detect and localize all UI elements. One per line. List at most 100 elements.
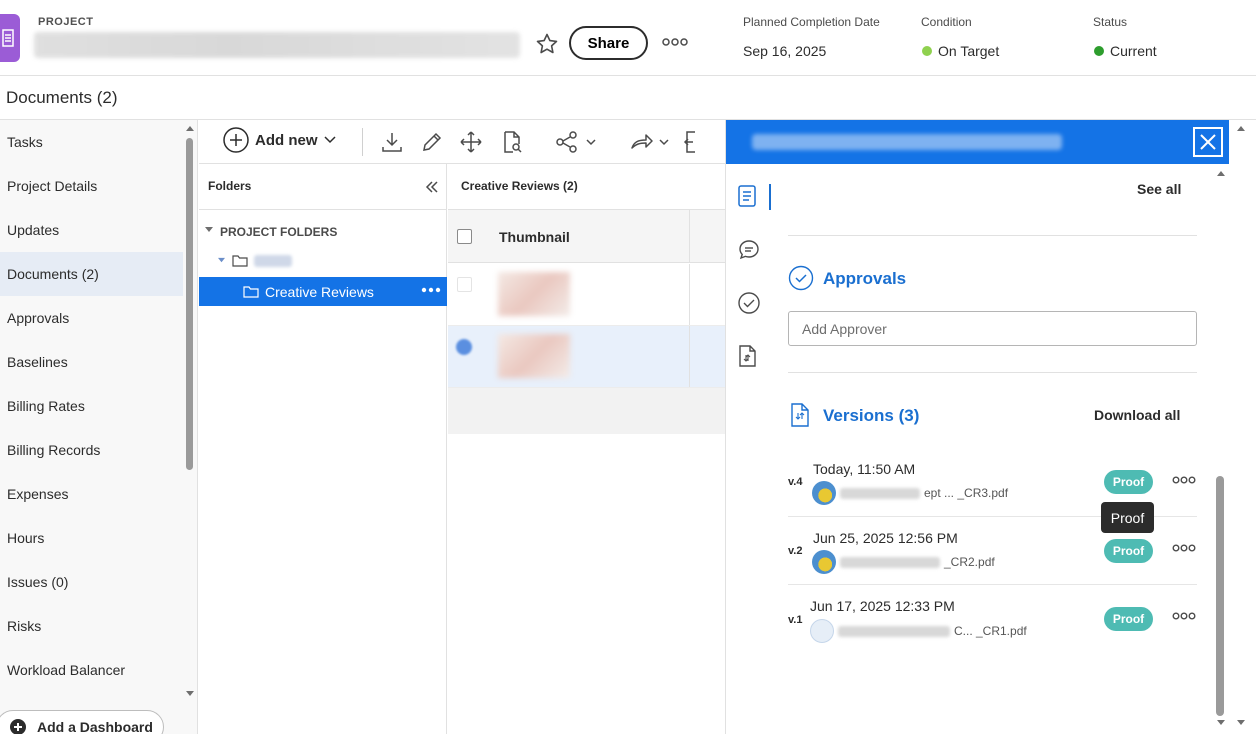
- collapse-panel-icon[interactable]: [683, 130, 699, 154]
- project-name-redacted: [34, 32, 520, 58]
- proof-badge[interactable]: Proof: [1104, 607, 1153, 631]
- download-icon[interactable]: [380, 130, 404, 154]
- approvals-check-icon: [788, 265, 814, 291]
- selected-folder-label: Creative Reviews: [265, 283, 374, 300]
- sidebar-item-risks[interactable]: Risks: [0, 604, 183, 648]
- add-circle-outline-icon: [223, 127, 249, 153]
- project-label: PROJECT: [38, 16, 94, 28]
- folder-icon: [232, 254, 248, 267]
- sidebar-item-updates[interactable]: Updates: [0, 208, 183, 252]
- condition-value: On Target: [922, 43, 999, 59]
- sidebar-item-billing-records[interactable]: Billing Records: [0, 428, 183, 472]
- avatar: [812, 481, 836, 505]
- proof-tooltip: Proof: [1101, 502, 1154, 533]
- documents-list: Creative Reviews (2) Thumbnail: [448, 164, 725, 734]
- version-file: C... _CR1.pdf: [810, 619, 1027, 643]
- documents-toolbar: Add new: [199, 120, 725, 164]
- version-more-icon[interactable]: [1172, 544, 1196, 552]
- sidebar-item-hours[interactable]: Hours: [0, 516, 183, 560]
- status-dot: [1094, 46, 1104, 56]
- scroll-down-icon[interactable]: [185, 690, 195, 698]
- table-row[interactable]: [448, 264, 725, 326]
- proof-badge[interactable]: Proof: [1104, 470, 1153, 494]
- folder-item[interactable]: [217, 254, 292, 267]
- project-header: PROJECT Share Planned Completion Date Se…: [0, 0, 1256, 76]
- chevron-down-icon: [323, 136, 336, 144]
- row-checkbox[interactable]: [457, 277, 472, 292]
- scroll-up-icon[interactable]: [1216, 169, 1226, 177]
- project-icon: [0, 14, 20, 62]
- table-row-selected[interactable]: [448, 326, 725, 388]
- scroll-up-icon[interactable]: [1236, 124, 1246, 132]
- share-nodes-icon[interactable]: [555, 130, 599, 154]
- comments-tab-icon[interactable]: [737, 238, 761, 262]
- sidebar-item-baselines[interactable]: Baselines: [0, 340, 183, 384]
- document-name-redacted: [752, 134, 1062, 150]
- see-all-link[interactable]: See all: [1137, 181, 1181, 197]
- document-thumbnail: [498, 334, 570, 378]
- edit-pencil-icon[interactable]: [420, 130, 444, 154]
- versions-file-icon: [790, 403, 810, 427]
- sidebar-item-project-details[interactable]: Project Details: [0, 164, 183, 208]
- add-new-button[interactable]: Add new: [223, 127, 336, 153]
- sidebar-item-workload-balancer[interactable]: Workload Balancer: [0, 648, 183, 692]
- download-all-link[interactable]: Download all: [1094, 407, 1180, 423]
- version-row[interactable]: v.2 Jun 25, 2025 12:56 PM _CR2.pdf Proof: [788, 523, 1197, 591]
- avatar-placeholder: [810, 619, 834, 643]
- panel-header: [726, 120, 1229, 164]
- proof-badge[interactable]: Proof: [1104, 539, 1153, 563]
- scroll-down-icon[interactable]: [1216, 719, 1226, 727]
- column-divider: [689, 326, 690, 387]
- divider: [788, 372, 1197, 373]
- condition-label: Condition: [921, 15, 972, 29]
- version-row[interactable]: v.1 Jun 17, 2025 12:33 PM C... _CR1.pdf …: [788, 592, 1197, 660]
- page-title: Documents (2): [6, 88, 118, 107]
- condition-dot: [922, 46, 932, 56]
- select-all-checkbox[interactable]: [457, 229, 472, 244]
- document-preview-icon[interactable]: [500, 130, 524, 154]
- move-icon[interactable]: [459, 130, 483, 154]
- approvals-tab-icon[interactable]: [737, 291, 761, 315]
- more-options-icon[interactable]: [662, 38, 688, 46]
- versions-tab-icon[interactable]: [737, 344, 759, 368]
- version-more-icon[interactable]: [1172, 476, 1196, 484]
- forward-arrow-icon[interactable]: [629, 130, 673, 154]
- document-thumbnail: [498, 272, 570, 316]
- column-divider: [689, 264, 690, 325]
- sidebar-item-approvals[interactable]: Approvals: [0, 296, 183, 340]
- version-more-icon[interactable]: [1172, 612, 1196, 620]
- planned-completion-value: Sep 16, 2025: [743, 43, 827, 59]
- folder-item-selected[interactable]: Creative Reviews: [199, 277, 447, 306]
- details-tab-icon[interactable]: [737, 184, 759, 208]
- row-checkbox-checked[interactable]: [456, 339, 472, 355]
- add-dashboard-label: Add a Dashboard: [37, 719, 153, 734]
- left-sidebar: Tasks Project Details Updates Documents …: [0, 120, 198, 734]
- caret-down-icon[interactable]: [204, 226, 214, 234]
- sidebar-item-documents[interactable]: Documents (2): [0, 252, 183, 296]
- version-date: Jun 25, 2025 12:56 PM: [813, 530, 958, 546]
- collapse-double-chevron-icon[interactable]: [425, 180, 439, 194]
- version-date: Jun 17, 2025 12:33 PM: [810, 598, 955, 614]
- add-dashboard-button[interactable]: Add a Dashboard: [0, 710, 164, 734]
- share-button[interactable]: Share: [569, 26, 648, 60]
- folder-more-icon[interactable]: [421, 287, 441, 293]
- divider: [788, 584, 1197, 585]
- versions-title: Versions (3): [823, 406, 920, 425]
- sidebar-item-billing-rates[interactable]: Billing Rates: [0, 384, 183, 428]
- scroll-up-icon[interactable]: [185, 124, 195, 132]
- sidebar-item-expenses[interactable]: Expenses: [0, 472, 183, 516]
- version-date: Today, 11:50 AM: [813, 461, 916, 477]
- sidebar-scrollbar[interactable]: [186, 138, 193, 470]
- sidebar-item-tasks[interactable]: Tasks: [0, 120, 183, 164]
- scroll-down-icon[interactable]: [1236, 719, 1246, 727]
- list-title: Creative Reviews (2): [461, 179, 578, 193]
- sidebar-item-issues[interactable]: Issues (0): [0, 560, 183, 604]
- column-divider: [689, 210, 690, 262]
- add-approver-input[interactable]: [788, 311, 1197, 346]
- approvals-title: Approvals: [823, 269, 907, 288]
- toolbar-divider: [362, 128, 363, 156]
- favorite-star-icon[interactable]: [534, 32, 560, 56]
- panel-scrollbar[interactable]: [1216, 476, 1224, 716]
- close-icon[interactable]: [1193, 127, 1223, 157]
- status-label: Status: [1093, 15, 1128, 29]
